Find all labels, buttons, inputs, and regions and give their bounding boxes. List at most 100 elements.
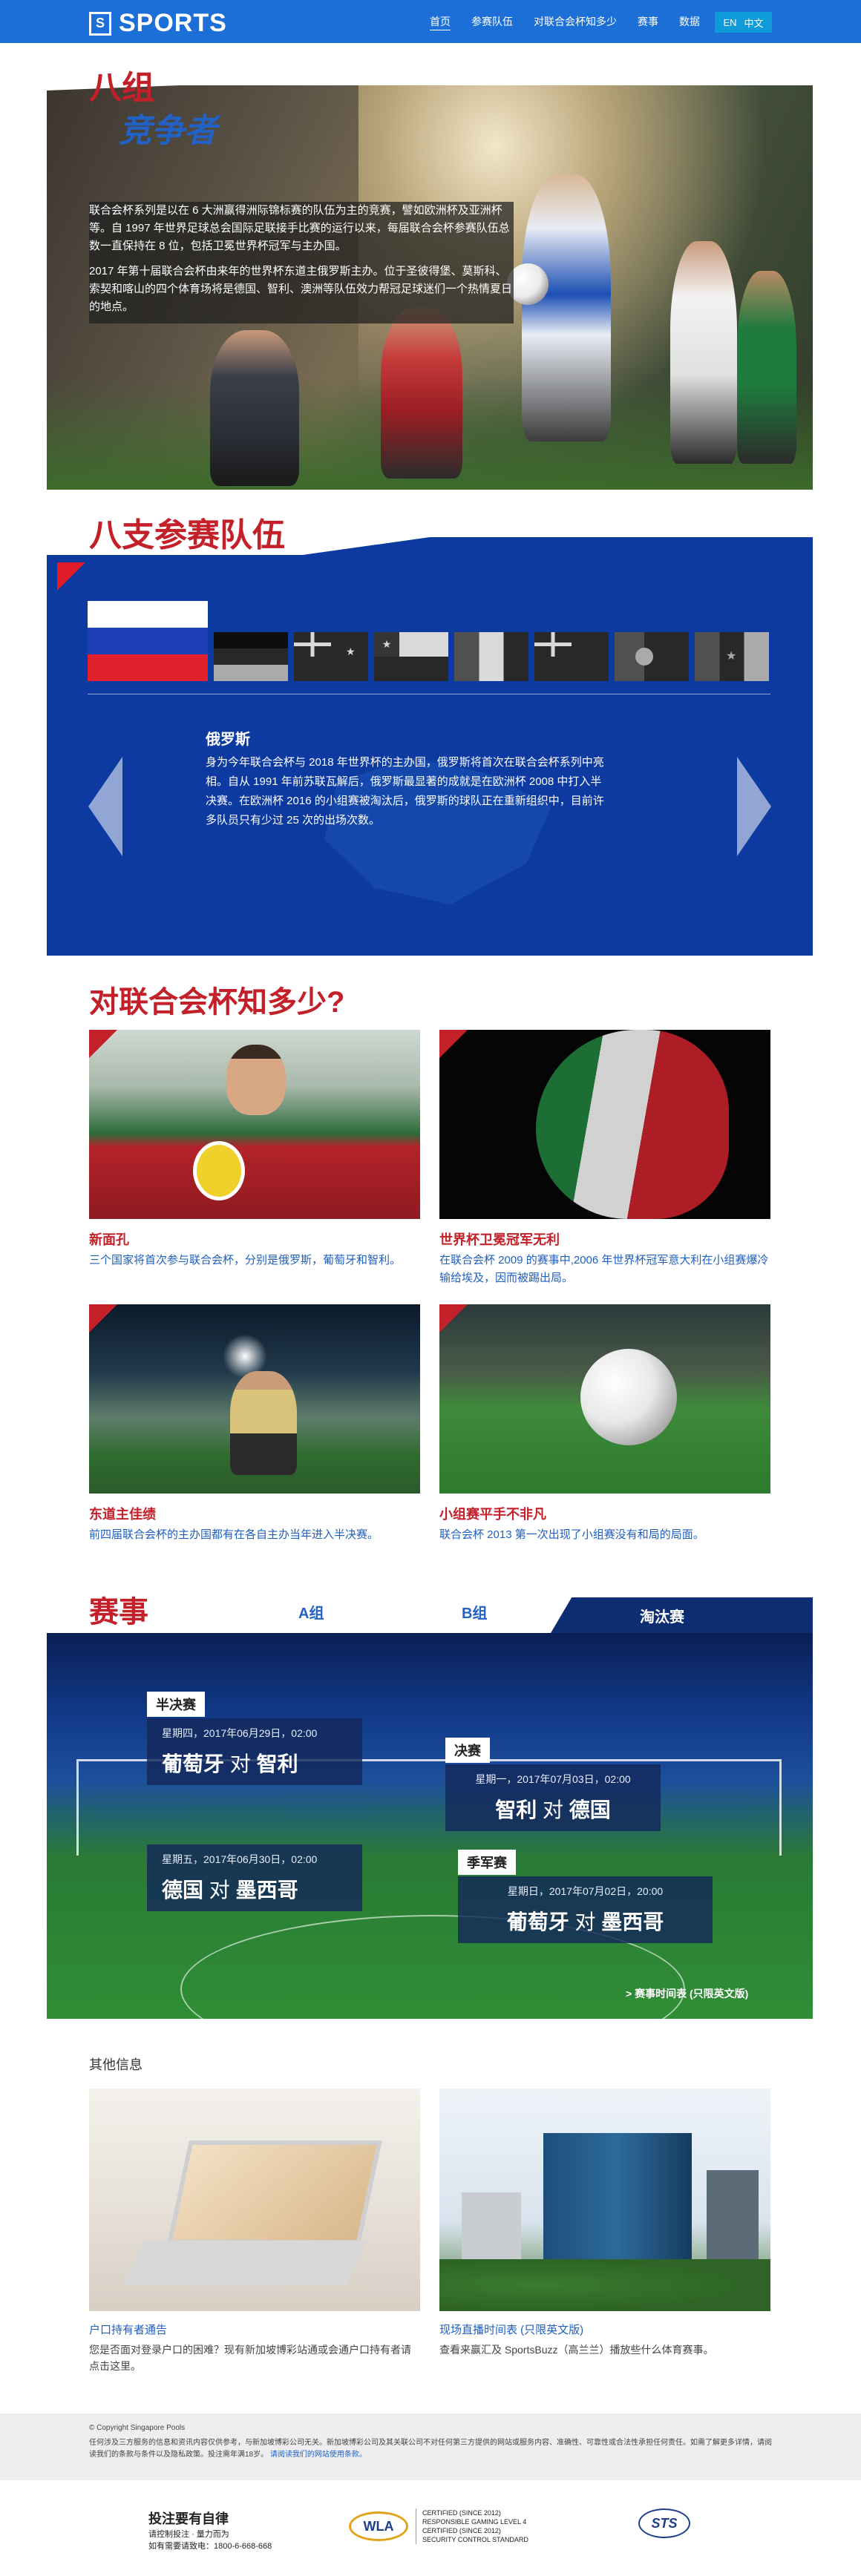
painted-face-image [439, 1030, 770, 1219]
match-card[interactable]: 星期日，2017年07月02日，20:00 葡萄牙 对 墨西哥 [458, 1876, 713, 1943]
teams-title: 八支参赛队伍 [89, 517, 285, 553]
tab-group-a[interactable]: A组 [298, 1601, 324, 1623]
copyright: © Copyright Singapore Pools [89, 2424, 186, 2432]
cameroon-flag[interactable]: ★ [695, 632, 769, 681]
hero-paragraph: 联合会杯系列是以在 6 大洲赢得洲际锦标赛的队伍为主的竞赛，譬如欧洲杯及亚洲杯等… [89, 204, 510, 252]
away-team: 德国 [569, 1798, 611, 1821]
info-card[interactable]: 现场直播时间表 (只限英文版) 查看来赢汇及 SportsBuzz（高兰兰）播放… [439, 2089, 770, 2358]
nav-matches[interactable]: 赛事 [627, 0, 669, 43]
match-card[interactable]: 星期一，2017年07月03日，02:00 智利 对 德国 [445, 1764, 661, 1831]
logo-line: CERTIFIED (SINCE 2012) [422, 2527, 501, 2534]
fact-description: 三个国家将首次参与联合会杯，分别是俄罗斯，葡萄牙和智利。 [89, 1254, 402, 1266]
fact-title: 东道主佳绩 [89, 1507, 156, 1522]
lang-zh-button[interactable]: 中文 [744, 16, 764, 30]
info-card-title[interactable]: 现场直播时间表 (只限英文版) [439, 2322, 770, 2337]
portugal-flag[interactable] [615, 632, 689, 681]
match-date: 星期四，2017年06月29日，02:00 [162, 1727, 318, 1739]
new-zealand-flag[interactable]: ★ ★ [534, 632, 609, 681]
info-card-title[interactable]: 户口持有者通告 [89, 2322, 420, 2337]
tab-knockout-label: 淘汰赛 [640, 1609, 684, 1626]
fact-description: 前四届联合会杯的主办国都有在各自主办当年进入半决赛。 [89, 1528, 379, 1541]
hero-title: 八组 [89, 70, 154, 106]
logo-line: 如有需要请致电：1800-6-668-668 [148, 2542, 272, 2551]
away-team: 墨西哥 [601, 1910, 664, 1933]
tab-group-b[interactable]: B组 [462, 1601, 487, 1623]
logo-line: SECURITY CONTROL STANDARD [422, 2536, 528, 2543]
wla-logo: WLA CERTIFIED (SINCE 2012) RESPONSIBLE G… [349, 2508, 528, 2544]
other-info-title: 其他信息 [89, 2057, 143, 2072]
away-team: 墨西哥 [235, 1879, 298, 1902]
logo-text: SPORTS [119, 9, 227, 37]
hero-intro-text: 联合会杯系列是以在 6 大洲赢得洲际锦标赛的队伍为主的竞赛，譬如欧洲杯及亚洲杯等… [89, 202, 514, 323]
nav-data[interactable]: 数据 [669, 0, 710, 43]
footer-text: 任何涉及三方服务的信息和资讯内容仅供参考，与新加坡博彩公司无关。新加坡博彩公司及… [89, 2439, 772, 2459]
corner-accent [439, 1030, 468, 1058]
soccer-ball-icon [580, 1349, 677, 1445]
facts-title: 对联合会杯知多少? [89, 986, 345, 1019]
versus-label: 对 [209, 1879, 230, 1902]
celebrating-player-image [89, 1304, 420, 1494]
fact-description: 在联合会杯 2009 的赛事中,2006 年世界杯冠军意大利在小组赛爆冷输给埃及… [439, 1254, 769, 1284]
laptop-image [89, 2089, 420, 2311]
versus-label: 对 [229, 1752, 251, 1775]
versus-label: 对 [574, 1910, 596, 1933]
main-nav: 首页 参赛队伍 对联合会杯知多少 赛事 数据 前事 [419, 0, 752, 43]
chile-flag[interactable]: ★ [374, 632, 448, 681]
corner-accent [89, 1030, 117, 1058]
nav-about-cup[interactable]: 对联合会杯知多少 [523, 0, 627, 43]
office-building-image [439, 2089, 770, 2311]
team-flags: ★ ★ ★ ★ ★ [88, 601, 769, 681]
top-navigation-bar: S SPORTS 首页 参赛队伍 对联合会杯知多少 赛事 数据 前事 EN 中文 [0, 0, 861, 43]
fact-card[interactable]: 新面孔 三个国家将首次参与联合会杯，分别是俄罗斯，葡萄牙和智利。 [89, 1030, 420, 1269]
certification-logos: 投注要有自律 请控制投注 · 量力而为 如有需要请致电：1800-6-668-6… [0, 2480, 861, 2576]
lang-en-button[interactable]: EN [723, 17, 736, 28]
player-figure [381, 308, 462, 479]
home-team: 葡萄牙 [506, 1910, 569, 1933]
player-figure [670, 241, 737, 464]
versus-label: 对 [542, 1798, 563, 1821]
sts-logo: STS [638, 2508, 690, 2538]
nav-home[interactable]: 首页 [419, 0, 461, 43]
home-team: 葡萄牙 [162, 1752, 225, 1775]
match-teams: 德国 对 墨西哥 [162, 1874, 347, 1904]
corner-accent [439, 1304, 468, 1333]
player-figure [737, 271, 796, 464]
player-figure [210, 330, 299, 486]
soccer-ball-on-pitch-image [439, 1304, 770, 1494]
info-card-description: 查看来赢汇及 SportsBuzz（高兰兰）播放些什么体育赛事。 [439, 2344, 714, 2356]
nav-teams[interactable]: 参赛队伍 [461, 0, 523, 43]
russia-flag[interactable] [88, 601, 208, 681]
home-team: 智利 [495, 1798, 537, 1821]
match-card[interactable]: 星期四，2017年06月29日，02:00 葡萄牙 对 智利 [147, 1718, 362, 1785]
fact-card[interactable]: 世界杯卫冕冠军无利 在联合会杯 2009 的赛事中,2006 年世界杯冠军意大利… [439, 1030, 770, 1287]
terms-link[interactable]: 请阅读我们的网站使用条款。 [270, 2451, 367, 2459]
match-teams: 智利 对 德国 [460, 1794, 646, 1824]
info-card[interactable]: 户口持有者通告 您是否面对登录户口的困难？现有新加坡博彩站通或会通户口持有者请点… [89, 2089, 420, 2374]
final-label: 决赛 [445, 1738, 490, 1763]
home-team: 德国 [162, 1879, 204, 1902]
corner-accent [89, 1304, 117, 1333]
tab-knockout[interactable]: 淘汰赛 [551, 1597, 813, 1633]
sts-badge-icon: STS [638, 2508, 690, 2538]
mexico-flag[interactable] [454, 632, 528, 681]
fact-card[interactable]: 东道主佳绩 前四届联合会杯的主办国都有在各自主办当年进入半决赛。 [89, 1304, 420, 1544]
match-card[interactable]: 星期五，2017年06月30日，02:00 德国 对 墨西哥 [147, 1844, 362, 1911]
fact-card[interactable]: 小组赛平手不非凡 联合会杯 2013 第一次出现了小组赛没有和局的局面。 [439, 1304, 770, 1544]
match-teams: 葡萄牙 对 智利 [162, 1748, 347, 1778]
fact-description: 联合会杯 2013 第一次出现了小组赛没有和局的局面。 [439, 1528, 704, 1541]
selected-team-name: 俄罗斯 [206, 732, 250, 748]
fact-title: 新面孔 [89, 1232, 129, 1247]
australia-flag[interactable]: ★ [294, 632, 368, 681]
logo-mark-icon: S [89, 11, 111, 36]
responsible-gambling-logo: 投注要有自律 请控制投注 · 量力而为 如有需要请致电：1800-6-668-6… [148, 2508, 272, 2552]
germany-flag[interactable] [214, 632, 288, 681]
schedule-link[interactable]: > 赛事时间表 (只限英文版) [626, 1986, 748, 2001]
hero-subtitle: 竞争者 [119, 113, 217, 149]
corner-accent [57, 562, 85, 591]
fan-with-portugal-flag-image [89, 1030, 420, 1219]
logo-line: CERTIFIED (SINCE 2012) [422, 2509, 501, 2517]
wla-badge-icon: WLA [349, 2511, 408, 2541]
logo[interactable]: S SPORTS [89, 9, 227, 38]
stadium-background [47, 1633, 813, 2019]
selected-team-description: 身为今年联合会杯与 2018 年世界杯的主办国，俄罗斯将首次在联合会杯系列中亮相… [206, 756, 604, 827]
